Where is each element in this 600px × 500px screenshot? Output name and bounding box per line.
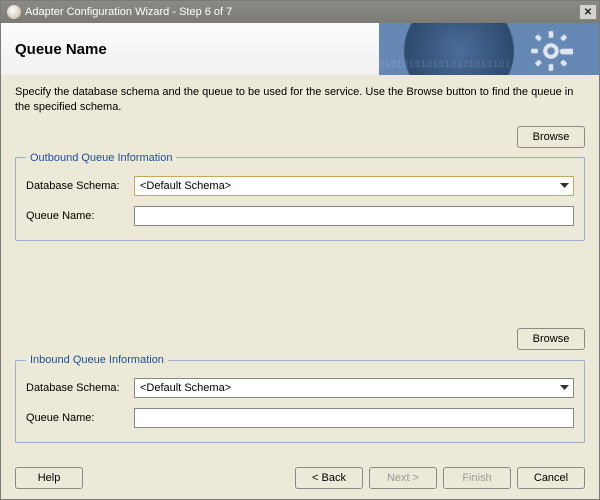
help-button[interactable]: Help (15, 467, 83, 489)
instruction-text: Specify the database schema and the queu… (15, 85, 585, 116)
close-button[interactable]: ✕ (579, 4, 597, 20)
outbound-legend: Outbound Queue Information (26, 152, 176, 164)
inbound-schema-value: <Default Schema> (135, 382, 555, 394)
footer: Help < Back Next > Finish Cancel (1, 457, 599, 499)
browse-inbound-button[interactable]: Browse (517, 328, 585, 350)
close-icon: ✕ (584, 7, 592, 18)
gear-icon (529, 29, 573, 75)
inbound-group: Inbound Queue Information Database Schem… (15, 354, 585, 443)
header-decoration (379, 23, 599, 75)
next-button: Next > (369, 467, 437, 489)
inbound-schema-select[interactable]: <Default Schema> (134, 378, 574, 398)
outbound-queue-input[interactable] (134, 206, 574, 226)
window-title: Adapter Configuration Wizard - Step 6 of… (25, 6, 579, 18)
browse-outbound-button[interactable]: Browse (517, 126, 585, 148)
outbound-schema-label: Database Schema: (26, 180, 134, 192)
chevron-down-icon (555, 177, 573, 195)
outbound-group: Outbound Queue Information Database Sche… (15, 152, 585, 241)
cancel-button[interactable]: Cancel (517, 467, 585, 489)
app-icon (7, 5, 21, 19)
back-button[interactable]: < Back (295, 467, 363, 489)
wizard-window: Adapter Configuration Wizard - Step 6 of… (0, 0, 600, 500)
inbound-legend: Inbound Queue Information (26, 354, 168, 366)
inbound-queue-label: Queue Name: (26, 412, 134, 424)
outbound-schema-value: <Default Schema> (135, 180, 555, 192)
chevron-down-icon (555, 379, 573, 397)
inbound-queue-input[interactable] (134, 408, 574, 428)
page-title: Queue Name (15, 41, 107, 58)
outbound-queue-label: Queue Name: (26, 210, 134, 222)
content-area: Specify the database schema and the queu… (1, 75, 599, 457)
titlebar: Adapter Configuration Wizard - Step 6 of… (1, 1, 599, 23)
wizard-header: Queue Name (1, 23, 599, 75)
outbound-schema-select[interactable]: <Default Schema> (134, 176, 574, 196)
finish-button: Finish (443, 467, 511, 489)
inbound-schema-label: Database Schema: (26, 382, 134, 394)
